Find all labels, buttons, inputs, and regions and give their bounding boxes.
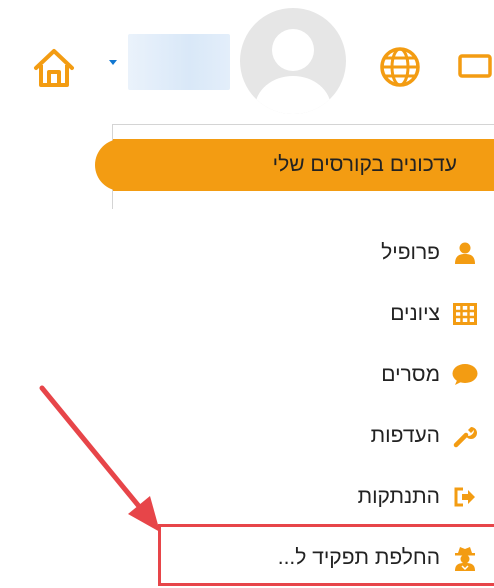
sign-out-icon [452, 484, 478, 510]
chat-icon[interactable] [458, 54, 494, 80]
user-icon [452, 240, 478, 266]
annotation-highlight-box [158, 524, 494, 586]
avatar[interactable] [240, 8, 346, 114]
menu-item-label: ציונים [390, 301, 440, 325]
menu-item-label: מסרים [381, 362, 440, 386]
menu-item-messages[interactable]: מסרים [178, 344, 478, 405]
globe-icon[interactable] [378, 45, 422, 89]
user-dropdown: עדכונים בקורסים שלי [95, 124, 494, 209]
menu-item-label: העדפות [370, 423, 440, 447]
menu-item-label: התנתקות [357, 484, 440, 508]
home-icon[interactable] [32, 46, 76, 90]
user-menu-caret-icon[interactable] [109, 60, 117, 65]
menu-item-preferences[interactable]: העדפות [178, 405, 478, 466]
user-name-redacted[interactable] [128, 34, 230, 90]
dropdown-item-course-updates-label: עדכונים בקורסים שלי [272, 153, 457, 176]
menu-item-logout[interactable]: התנתקות [178, 466, 478, 527]
wrench-icon [452, 423, 478, 449]
table-grid-icon [452, 301, 478, 327]
menu-item-grades[interactable]: ציונים [178, 283, 478, 344]
menu-item-profile[interactable]: פרופיל [178, 222, 478, 283]
speech-bubble-icon [452, 362, 478, 388]
menu-item-label: פרופיל [381, 240, 440, 264]
top-navbar [0, 0, 494, 114]
